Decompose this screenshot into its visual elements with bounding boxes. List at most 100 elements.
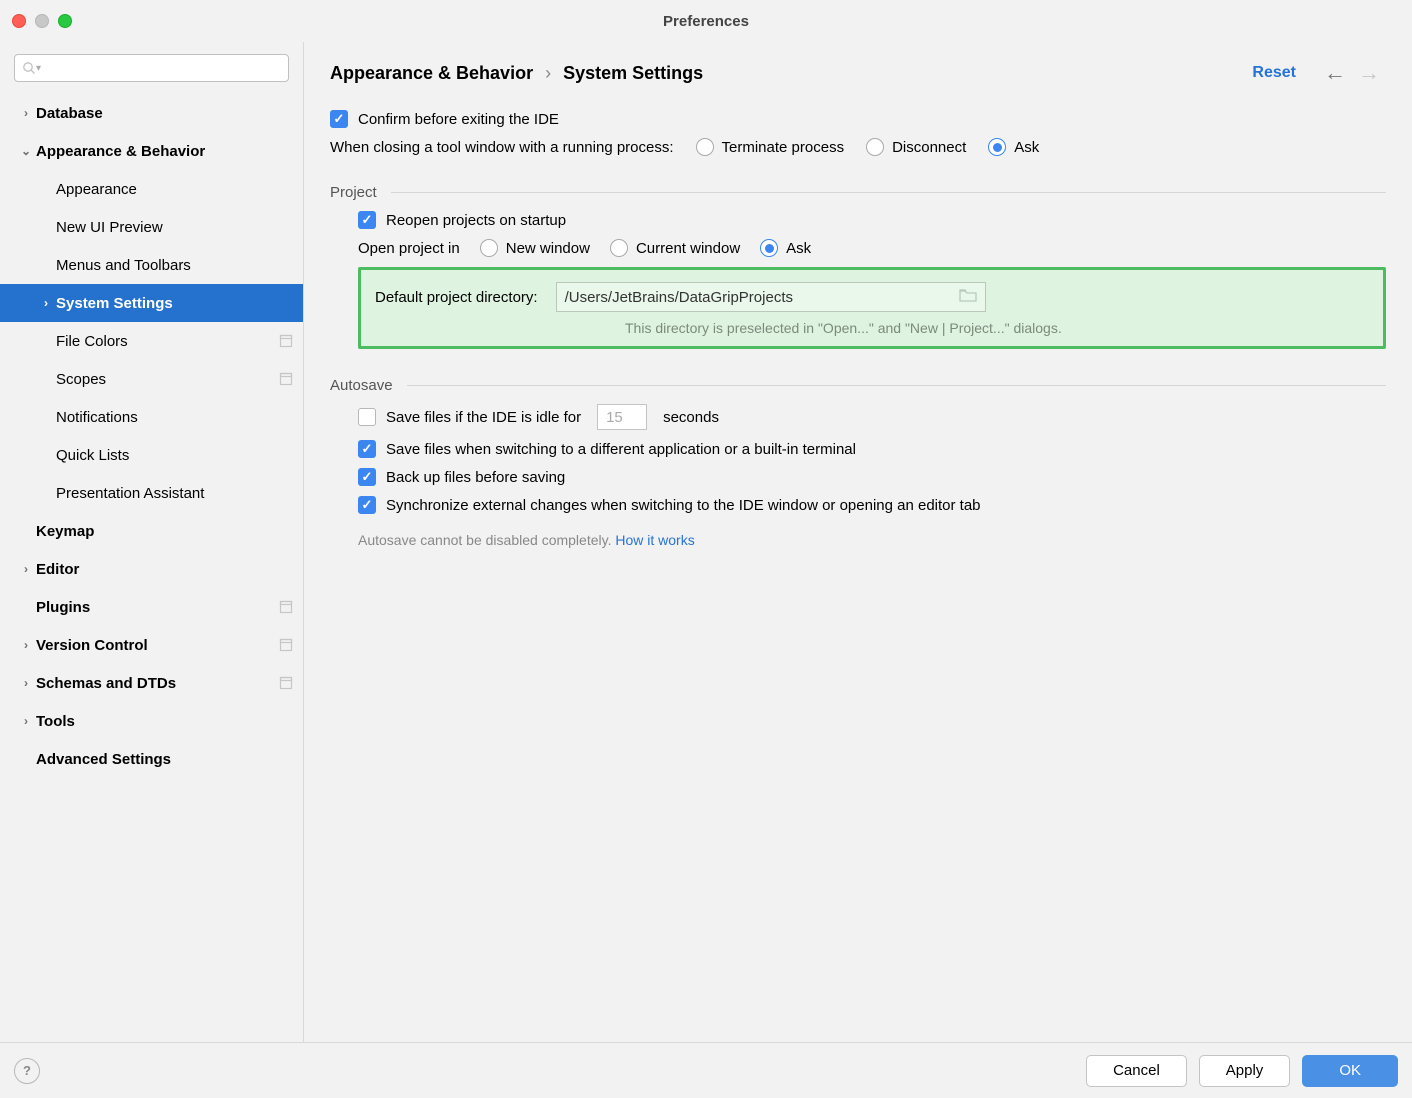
terminate-process-radio[interactable] — [696, 138, 714, 156]
ok-button[interactable]: OK — [1302, 1055, 1398, 1087]
sidebar-item-scopes[interactable]: ›Scopes — [0, 360, 303, 398]
reset-button[interactable]: Reset — [1252, 64, 1296, 82]
chevron-down-icon: ⌄ — [16, 144, 36, 158]
default-directory-highlight: Default project directory: /Users/JetBra… — [358, 267, 1386, 349]
nav-back-button[interactable]: ← — [1318, 60, 1352, 86]
sidebar-item-label: Scopes — [56, 371, 106, 388]
chevron-right-icon: › — [36, 296, 56, 310]
sync-external-checkbox[interactable] — [358, 496, 376, 514]
backup-label: Back up files before saving — [386, 469, 565, 486]
confirm-exit-checkbox[interactable] — [330, 110, 348, 128]
open-ask-radio[interactable] — [760, 239, 778, 257]
sidebar-item-appearance-behavior[interactable]: ⌄Appearance & Behavior — [0, 132, 303, 170]
ask-label: Ask — [1014, 139, 1039, 156]
help-button[interactable]: ? — [14, 1058, 40, 1084]
disconnect-radio[interactable] — [866, 138, 884, 156]
sidebar-item-label: System Settings — [56, 295, 173, 312]
sidebar-item-label: Menus and Toolbars — [56, 257, 191, 274]
sidebar-item-label: Quick Lists — [56, 447, 129, 464]
sidebar-item-notifications[interactable]: ›Notifications — [0, 398, 303, 436]
sidebar-item-database[interactable]: ›Database — [0, 94, 303, 132]
sidebar-item-label: Presentation Assistant — [56, 485, 204, 502]
search-input[interactable]: ▾ — [14, 54, 289, 82]
new-window-label: New window — [506, 240, 590, 257]
sidebar-item-schemas-and-dtds[interactable]: ›Schemas and DTDs — [0, 664, 303, 702]
sidebar-item-tools[interactable]: ›Tools — [0, 702, 303, 740]
chevron-right-icon: › — [16, 106, 36, 120]
sidebar-item-quick-lists[interactable]: ›Quick Lists — [0, 436, 303, 474]
sidebar-item-label: Plugins — [36, 599, 90, 616]
project-section-title: Project — [330, 184, 377, 201]
autosave-section-title: Autosave — [330, 377, 393, 394]
reopen-projects-label: Reopen projects on startup — [386, 212, 566, 229]
sidebar-item-appearance[interactable]: ›Appearance — [0, 170, 303, 208]
current-window-label: Current window — [636, 240, 740, 257]
chevron-right-icon: › — [16, 562, 36, 576]
folder-browse-icon[interactable] — [959, 288, 977, 306]
chevron-right-icon: › — [16, 714, 36, 728]
idle-save-prefix: Save files if the IDE is idle for — [386, 409, 581, 426]
sidebar-item-label: Version Control — [36, 637, 148, 654]
open-project-in-label: Open project in — [358, 240, 460, 257]
sidebar-item-label: Schemas and DTDs — [36, 675, 176, 692]
default-directory-value: /Users/JetBrains/DataGripProjects — [565, 289, 793, 306]
settings-tree: ›Database⌄Appearance & Behavior›Appearan… — [0, 94, 303, 1042]
project-scope-icon — [279, 676, 293, 690]
sidebar-item-label: File Colors — [56, 333, 128, 350]
chevron-right-icon: › — [16, 638, 36, 652]
default-directory-label: Default project directory: — [375, 289, 538, 306]
sidebar-item-label: New UI Preview — [56, 219, 163, 236]
idle-save-suffix: seconds — [663, 409, 719, 426]
sidebar-item-label: Appearance — [56, 181, 137, 198]
breadcrumb-current: System Settings — [563, 63, 703, 84]
project-scope-icon — [279, 600, 293, 614]
idle-save-checkbox[interactable] — [358, 408, 376, 426]
sidebar-item-menus-and-toolbars[interactable]: ›Menus and Toolbars — [0, 246, 303, 284]
project-scope-icon — [279, 372, 293, 386]
close-tool-window-label: When closing a tool window with a runnin… — [330, 139, 674, 156]
window-title: Preferences — [0, 13, 1412, 30]
idle-seconds-field[interactable] — [597, 404, 647, 430]
how-it-works-link[interactable]: How it works — [615, 532, 694, 548]
breadcrumb-separator: › — [545, 63, 551, 84]
disconnect-label: Disconnect — [892, 139, 966, 156]
sidebar-item-label: Advanced Settings — [36, 751, 171, 768]
save-on-switch-checkbox[interactable] — [358, 440, 376, 458]
new-window-radio[interactable] — [480, 239, 498, 257]
sidebar-item-editor[interactable]: ›Editor — [0, 550, 303, 588]
sidebar-item-system-settings[interactable]: ›System Settings — [0, 284, 303, 322]
backup-checkbox[interactable] — [358, 468, 376, 486]
project-scope-icon — [279, 334, 293, 348]
sidebar-item-version-control[interactable]: ›Version Control — [0, 626, 303, 664]
terminate-process-label: Terminate process — [722, 139, 845, 156]
sidebar-item-label: Appearance & Behavior — [36, 143, 205, 160]
cancel-button[interactable]: Cancel — [1086, 1055, 1187, 1087]
sidebar-item-keymap[interactable]: ›Keymap — [0, 512, 303, 550]
ask-radio[interactable] — [988, 138, 1006, 156]
current-window-radio[interactable] — [610, 239, 628, 257]
open-ask-label: Ask — [786, 240, 811, 257]
nav-forward-button[interactable]: → — [1352, 60, 1386, 86]
reopen-projects-checkbox[interactable] — [358, 211, 376, 229]
default-directory-field[interactable]: /Users/JetBrains/DataGripProjects — [556, 282, 986, 312]
sidebar-item-plugins[interactable]: ›Plugins — [0, 588, 303, 626]
autosave-note-text: Autosave cannot be disabled completely. — [358, 532, 615, 548]
sidebar-item-label: Database — [36, 105, 103, 122]
sidebar-item-file-colors[interactable]: ›File Colors — [0, 322, 303, 360]
sidebar-item-new-ui-preview[interactable]: ›New UI Preview — [0, 208, 303, 246]
sidebar-item-label: Tools — [36, 713, 75, 730]
sidebar-item-label: Editor — [36, 561, 79, 578]
apply-button[interactable]: Apply — [1199, 1055, 1291, 1087]
save-on-switch-label: Save files when switching to a different… — [386, 441, 856, 458]
breadcrumb: Appearance & Behavior › System Settings — [330, 63, 703, 84]
titlebar: Preferences — [0, 0, 1412, 42]
sidebar-item-presentation-assistant[interactable]: ›Presentation Assistant — [0, 474, 303, 512]
sidebar-item-advanced-settings[interactable]: ›Advanced Settings — [0, 740, 303, 778]
breadcrumb-parent[interactable]: Appearance & Behavior — [330, 63, 533, 84]
sidebar: ▾ ›Database⌄Appearance & Behavior›Appear… — [0, 42, 304, 1042]
project-scope-icon — [279, 638, 293, 652]
default-directory-hint: This directory is preselected in "Open..… — [625, 320, 1369, 336]
confirm-exit-label: Confirm before exiting the IDE — [358, 111, 559, 128]
chevron-right-icon: › — [16, 676, 36, 690]
sidebar-item-label: Keymap — [36, 523, 94, 540]
